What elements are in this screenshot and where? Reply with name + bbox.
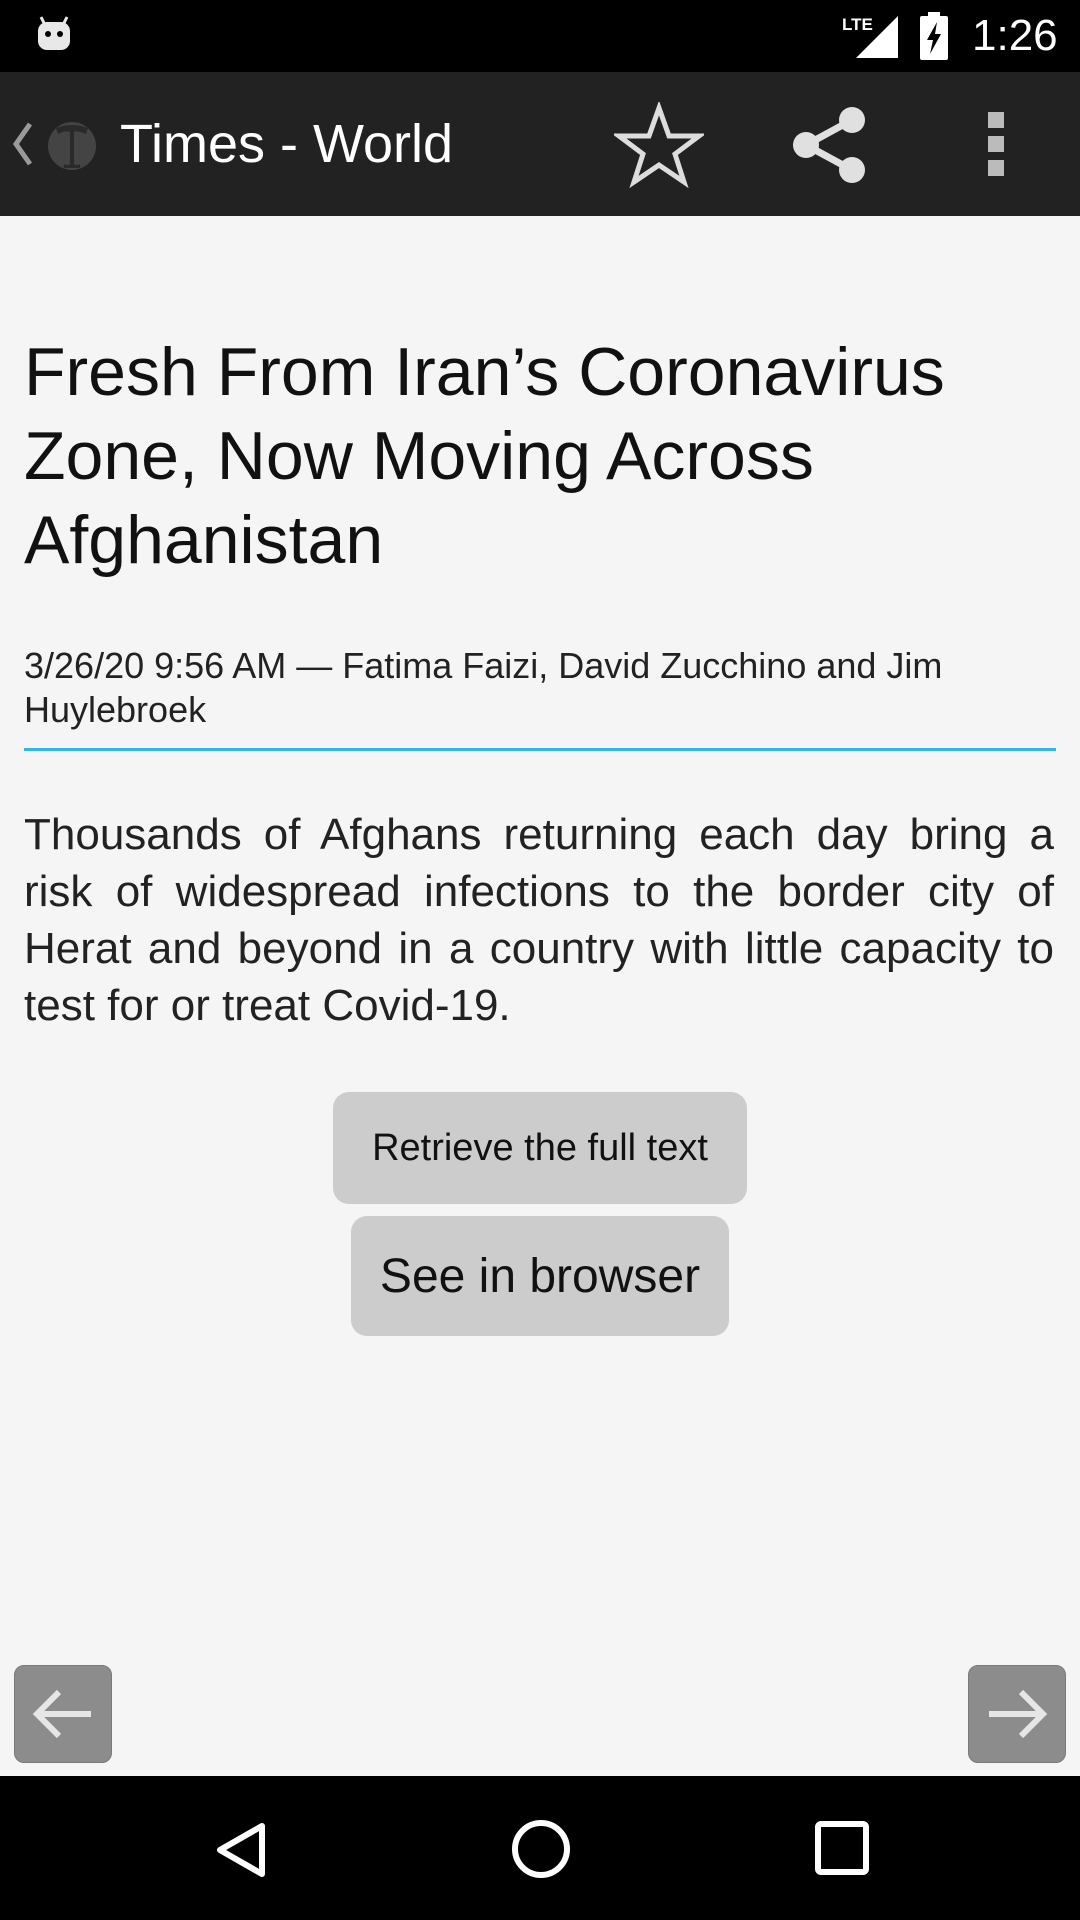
retrieve-full-text-button[interactable]: Retrieve the full text	[333, 1092, 747, 1204]
battery-charging-icon	[920, 12, 948, 60]
see-in-browser-button[interactable]: See in browser	[351, 1216, 729, 1336]
lte-signal-icon: LTE	[842, 15, 898, 58]
share-icon[interactable]	[788, 102, 870, 188]
network-label: LTE	[842, 15, 873, 34]
overflow-menu-icon[interactable]	[976, 108, 1016, 180]
status-clock: 1:26	[972, 11, 1058, 60]
arrow-right-icon	[989, 1689, 1048, 1739]
article-byline: 3/26/20 9:56 AM — Fatima Faizi, David Zu…	[24, 645, 943, 730]
nav-back-icon[interactable]	[212, 1820, 272, 1880]
nav-home-icon[interactable]	[510, 1818, 572, 1880]
action-bar: Times - World	[0, 72, 1080, 216]
previous-article-button[interactable]	[14, 1665, 112, 1763]
back-icon[interactable]	[8, 114, 38, 174]
status-bar: LTE 1:26	[0, 0, 1080, 72]
screen-title: Times - World	[120, 114, 454, 174]
system-navigation-bar	[0, 1776, 1080, 1920]
nyt-logo-icon[interactable]	[46, 112, 98, 176]
android-notification-icon	[38, 16, 70, 50]
next-article-button[interactable]	[968, 1665, 1066, 1763]
byline-divider	[24, 748, 1056, 751]
nav-recents-icon[interactable]	[814, 1820, 870, 1876]
arrow-left-icon	[32, 1689, 91, 1739]
article-headline: Fresh From Iran’s Coronavirus Zone, Now …	[24, 334, 945, 578]
star-icon[interactable]	[614, 102, 704, 188]
article-summary: Thousands of Afghans returning each day …	[24, 810, 1054, 1030]
